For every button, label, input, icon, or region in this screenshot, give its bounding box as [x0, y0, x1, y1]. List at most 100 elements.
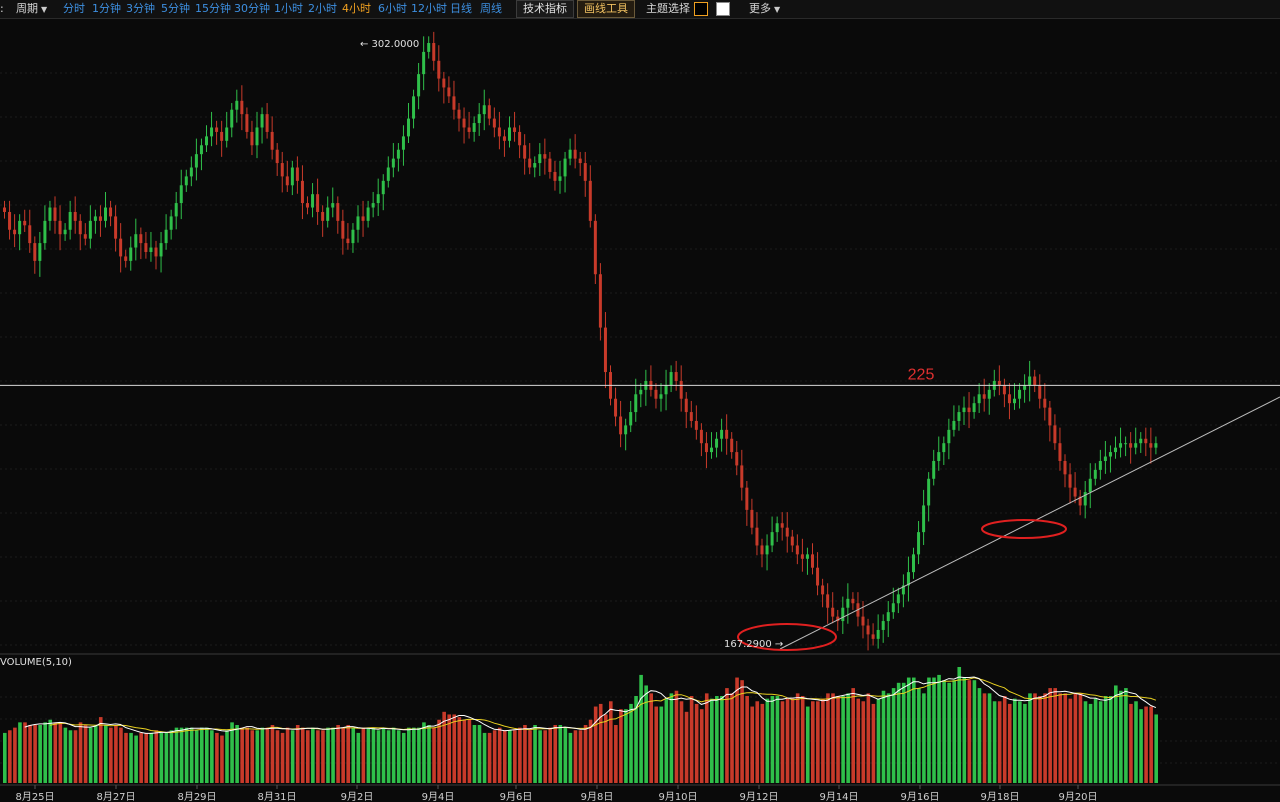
candle: [1043, 383, 1047, 421]
candle-body: [518, 131, 522, 146]
tab-timeframe[interactable]: 15分钟: [195, 2, 231, 16]
volume-bar: [472, 725, 477, 783]
candle-body: [8, 211, 12, 230]
tab-timeframe[interactable]: 1分钟: [92, 2, 121, 16]
tab-timeframe[interactable]: 5分钟: [161, 2, 190, 16]
tab-timeframe[interactable]: 1小时: [274, 2, 303, 16]
candle-body: [3, 207, 6, 212]
more-dropdown[interactable]: 更多 ▼: [749, 2, 780, 16]
candle: [371, 191, 375, 218]
candle-body: [775, 523, 779, 533]
candle: [432, 31, 436, 71]
theme-select-label: 主题选择: [646, 2, 690, 15]
candle-body: [1154, 443, 1158, 448]
tab-timeframe[interactable]: 3分钟: [126, 2, 155, 16]
candle: [336, 196, 340, 234]
volume-panel-label: VOLUME(5,10): [0, 657, 72, 668]
volume-bar: [1028, 693, 1032, 783]
volume-bar: [583, 725, 588, 783]
volume-bar: [1002, 696, 1007, 783]
candle-body: [912, 554, 915, 573]
tab-timeframe[interactable]: 30分钟: [234, 2, 270, 16]
candle-body: [760, 545, 764, 555]
tab-timeframe[interactable]: 12小时: [411, 2, 447, 16]
period-dropdown[interactable]: 周期 ▼: [16, 2, 47, 16]
volume-bar: [811, 701, 815, 783]
candle-body: [1053, 425, 1057, 444]
candle-body: [73, 211, 77, 221]
candle: [603, 312, 607, 389]
candle-body: [270, 131, 274, 150]
volume-bar: [836, 696, 840, 783]
volume-bar: [23, 722, 27, 783]
theme-dark-swatch[interactable]: [694, 2, 708, 16]
candle-body: [366, 207, 370, 221]
volume-bar: [306, 730, 310, 783]
technical-indicators-button[interactable]: 技术指标: [516, 0, 574, 18]
candle: [659, 383, 663, 412]
volume-bar: [548, 727, 552, 783]
candle-body: [639, 389, 643, 395]
candle-body: [63, 229, 67, 235]
candle-body: [1058, 443, 1062, 461]
volume-bar: [169, 730, 174, 783]
drawing-tools-button[interactable]: 画线工具: [577, 0, 635, 18]
candle-body: [265, 114, 269, 132]
candle-body: [1068, 474, 1072, 488]
candle-body: [154, 247, 158, 257]
volume-bar: [119, 727, 123, 783]
candle-body: [679, 380, 683, 399]
candle-body: [174, 203, 178, 217]
volume-bar: [58, 722, 63, 783]
theme-light-swatch[interactable]: [716, 2, 730, 16]
candle-body: [674, 372, 678, 381]
candle: [8, 200, 12, 240]
candle-body: [573, 149, 577, 159]
candle: [497, 111, 501, 150]
tab-timeframe[interactable]: 6小时: [378, 2, 407, 16]
candle-body: [891, 603, 895, 613]
candle-body: [230, 109, 234, 128]
candle: [437, 45, 441, 92]
candle-body: [851, 598, 855, 604]
candle: [805, 547, 809, 575]
candle-body: [896, 594, 900, 604]
candle-body: [386, 167, 390, 181]
candle: [230, 103, 234, 138]
candle: [1108, 445, 1112, 473]
tab-timeframe[interactable]: 周线: [480, 2, 502, 16]
max-price-label: ← 302.0000: [360, 39, 419, 50]
candle-body: [962, 407, 966, 413]
tab-timeframe[interactable]: 4小时: [342, 2, 371, 16]
volume-bar: [225, 730, 229, 783]
candle-body: [664, 385, 668, 395]
tab-timeframe[interactable]: 日线: [450, 2, 472, 16]
candle: [38, 231, 42, 277]
volume-bar: [331, 727, 335, 783]
candle-body: [331, 203, 335, 208]
volume-bar: [578, 730, 583, 783]
candle-body: [583, 163, 587, 181]
candle-body: [619, 416, 623, 435]
candle: [629, 400, 633, 433]
candlestick-chart[interactable]: 225 ← 302.0000 167.2900 → VOLUME(5,10) 8月25…: [0, 19, 1280, 802]
tab-timeframe[interactable]: 分时: [63, 2, 85, 16]
tab-timeframe[interactable]: 2小时: [308, 2, 337, 16]
candle-body: [1114, 447, 1117, 453]
volume-bar: [593, 706, 598, 783]
candle: [932, 449, 936, 486]
candle: [376, 178, 380, 216]
candle-body: [1149, 443, 1153, 448]
candle-body: [538, 154, 542, 164]
candle-body: [588, 180, 592, 221]
candle: [43, 205, 47, 250]
volume-bar: [861, 701, 866, 783]
candle: [159, 231, 163, 273]
volume-bar: [876, 698, 881, 783]
candle: [1038, 374, 1042, 409]
candle: [1114, 436, 1117, 459]
candle: [790, 529, 794, 553]
candle: [684, 392, 688, 429]
volume-bar: [508, 730, 512, 783]
candle: [1058, 427, 1062, 471]
